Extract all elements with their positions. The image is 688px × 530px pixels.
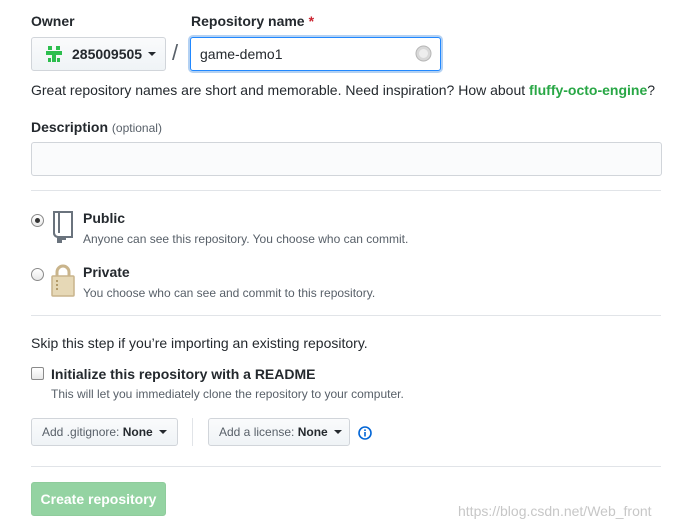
owner-repo-separator: / [172,40,179,65]
owner-select-button[interactable]: 285009505 [31,37,166,71]
create-repository-button[interactable]: Create repository [31,482,166,516]
description-label-text: Description [31,119,109,135]
private-title: Private [83,264,130,280]
license-select-button[interactable]: Add a license: None [208,418,350,446]
repo-name-label-text: Repository name [191,13,305,29]
public-note: Anyone can see this repository. You choo… [83,232,409,246]
info-icon[interactable] [358,426,372,440]
license-prefix: Add a license: [219,425,295,439]
watermark-text: https://blog.csdn.net/Web_front [458,503,652,519]
suggestion-suffix: ? [647,82,656,98]
description-input[interactable] [31,142,662,176]
repo-name-input[interactable] [190,37,441,71]
owner-avatar-icon [44,44,64,64]
required-mark: * [308,13,315,29]
public-title: Public [83,210,126,226]
readme-note: This will let you immediately clone the … [51,387,404,401]
owner-name: 285009505 [72,46,143,62]
description-label: Description (optional) [31,119,162,135]
repo-book-icon [51,211,75,243]
optional-hint: (optional) [111,121,162,135]
suggested-name-link[interactable]: fluffy-octo-engine [529,82,647,98]
gitignore-prefix: Add .gitignore: [42,425,120,439]
divider [31,315,661,316]
spinner-icon [415,45,432,62]
gitignore-value: None [122,425,153,439]
skip-step-text: Skip this step if you’re importing an ex… [31,335,368,351]
readme-checkbox[interactable] [31,367,44,380]
private-radio[interactable] [31,268,44,281]
suggestion-text: Great repository names are short and mem… [31,82,530,98]
chevron-down-icon [158,430,167,434]
readme-label: Initialize this repository with a README [51,366,316,382]
lock-icon [51,263,75,297]
license-value: None [297,425,328,439]
private-note: You choose who can see and commit to thi… [83,286,376,300]
chevron-down-icon [148,52,157,56]
repo-name-label: Repository name * [191,13,314,29]
owner-label: Owner [31,13,75,29]
public-radio[interactable] [31,214,44,227]
gitignore-select-button[interactable]: Add .gitignore: None [31,418,178,446]
repo-name-suggestion: Great repository names are short and mem… [31,82,655,98]
chevron-down-icon [333,430,342,434]
divider [31,190,661,191]
vertical-divider [192,418,193,446]
divider [31,466,661,467]
